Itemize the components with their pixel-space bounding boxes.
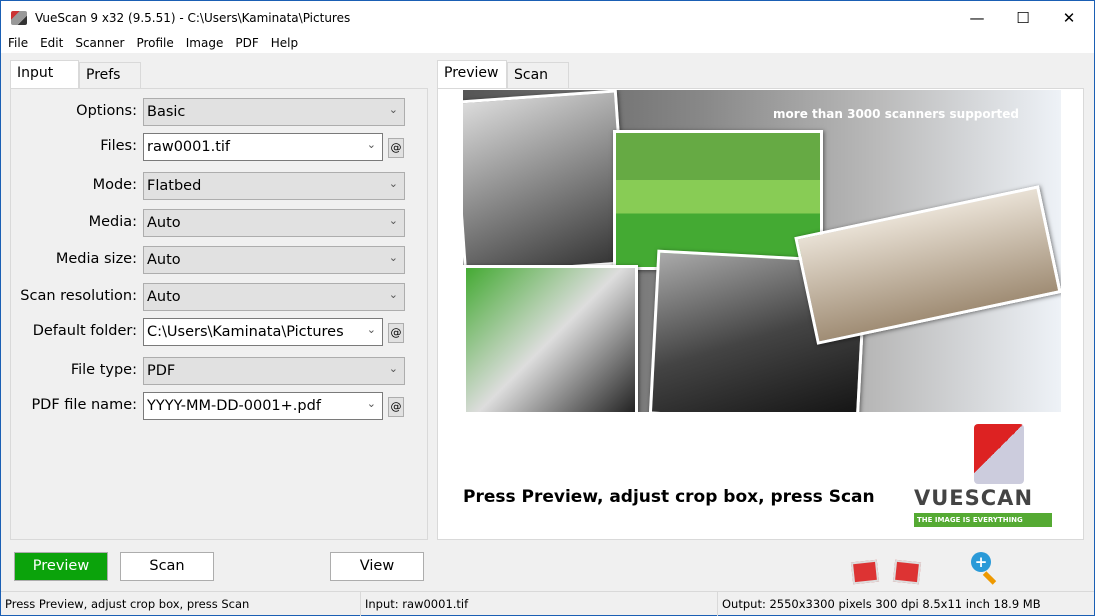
field-value: Flatbed bbox=[147, 178, 202, 194]
status-message: Press Preview, adjust crop box, press Sc… bbox=[5, 597, 250, 611]
form-row: Mode: Flatbed ⌄ bbox=[11, 172, 427, 200]
minimize-button[interactable]: — bbox=[954, 1, 1000, 34]
status-input: Input: raw0001.tif bbox=[365, 597, 469, 611]
chevron-down-icon[interactable]: ⌄ bbox=[367, 397, 376, 410]
status-bar: Press Preview, adjust crop box, press Sc… bbox=[1, 591, 1094, 616]
field-combo[interactable]: Auto ⌄ bbox=[143, 209, 405, 237]
at-button[interactable]: @ bbox=[388, 397, 404, 417]
menu-scanner[interactable]: Scanner bbox=[70, 34, 129, 53]
rotate-right-icon[interactable] bbox=[892, 559, 922, 585]
chevron-down-icon[interactable]: ⌄ bbox=[389, 177, 398, 190]
vuescan-logo: VUESCAN THE IMAGE IS EVERYTHING bbox=[914, 419, 1054, 537]
zoom-handle bbox=[982, 571, 997, 585]
view-button[interactable]: View bbox=[330, 552, 424, 581]
form-row: Default folder: C:\Users\Kaminata\Pictur… bbox=[11, 318, 427, 346]
window-title: VueScan 9 x32 (9.5.51) - C:\Users\Kamina… bbox=[35, 10, 351, 25]
field-value: Auto bbox=[147, 289, 181, 305]
chevron-down-icon[interactable]: ⌄ bbox=[389, 214, 398, 227]
field-combo[interactable]: Flatbed ⌄ bbox=[143, 172, 405, 200]
logo-tagline: THE IMAGE IS EVERYTHING bbox=[914, 513, 1052, 527]
field-combo[interactable]: raw0001.tif ⌄ bbox=[143, 133, 383, 161]
menu-file[interactable]: File bbox=[3, 34, 33, 53]
field-label: Default folder: bbox=[32, 323, 137, 339]
menu-help[interactable]: Help bbox=[266, 34, 303, 53]
field-label: PDF file name: bbox=[31, 397, 137, 413]
preview-image: more than 3000 scanners supported bbox=[463, 90, 1061, 412]
tab-scan[interactable]: Scan bbox=[507, 62, 569, 89]
tab-preview[interactable]: Preview bbox=[437, 60, 507, 89]
form-row: Scan resolution: Auto ⌄ bbox=[11, 283, 427, 311]
preview-button[interactable]: Preview bbox=[14, 552, 108, 581]
form-row: Media size: Auto ⌄ bbox=[11, 246, 427, 274]
menu-edit[interactable]: Edit bbox=[35, 34, 68, 53]
tab-input[interactable]: Input bbox=[10, 60, 79, 89]
input-panel: Options: Basic ⌄ Files: raw0001.tif ⌄ @ Mode:… bbox=[10, 88, 428, 540]
field-combo[interactable]: C:\Users\Kaminata\Pictures ⌄ bbox=[143, 318, 383, 346]
field-label: Scan resolution: bbox=[20, 288, 137, 304]
chevron-down-icon[interactable]: ⌄ bbox=[389, 288, 398, 301]
form-row: Files: raw0001.tif ⌄ @ bbox=[11, 133, 427, 161]
tab-prefs[interactable]: Prefs bbox=[79, 62, 141, 89]
field-combo[interactable]: PDF ⌄ bbox=[143, 357, 405, 385]
field-combo[interactable]: Auto ⌄ bbox=[143, 283, 405, 311]
banner-text: more than 3000 scanners supported bbox=[773, 107, 1019, 121]
field-value: YYYY-MM-DD-0001+.pdf bbox=[147, 398, 321, 414]
menu-image[interactable]: Image bbox=[181, 34, 229, 53]
field-value: PDF bbox=[147, 363, 176, 379]
field-label: Media size: bbox=[55, 251, 137, 267]
field-value: raw0001.tif bbox=[147, 139, 231, 155]
scan-button[interactable]: Scan bbox=[120, 552, 214, 581]
form-row: PDF file name: YYYY-MM-DD-0001+.pdf ⌄ @ bbox=[11, 392, 427, 420]
zoom-in-icon[interactable]: + bbox=[971, 552, 991, 572]
chevron-down-icon[interactable]: ⌄ bbox=[389, 251, 398, 264]
menu-pdf[interactable]: PDF bbox=[230, 34, 263, 53]
field-value: C:\Users\Kaminata\Pictures bbox=[147, 324, 344, 340]
status-output: Output: 2550x3300 pixels 300 dpi 8.5x11 … bbox=[722, 597, 1041, 611]
at-button[interactable]: @ bbox=[388, 323, 404, 343]
rotate-left-icon[interactable] bbox=[850, 559, 880, 585]
form-row: File type: PDF ⌄ bbox=[11, 357, 427, 385]
field-value: Auto bbox=[147, 252, 181, 268]
preview-panel[interactable]: more than 3000 scanners supported Press … bbox=[437, 88, 1084, 540]
field-value: Auto bbox=[147, 215, 181, 231]
title-bar: VueScan 9 x32 (9.5.51) - C:\Users\Kamina… bbox=[1, 1, 1094, 34]
menu-profile[interactable]: Profile bbox=[131, 34, 178, 53]
instruction-text: Press Preview, adjust crop box, press Sc… bbox=[463, 487, 875, 507]
field-label: Files: bbox=[100, 138, 137, 154]
chevron-down-icon[interactable]: ⌄ bbox=[389, 362, 398, 375]
menu-bar: File Edit Scanner Profile Image PDF Help bbox=[1, 34, 1094, 53]
field-label: Mode: bbox=[92, 177, 137, 193]
form-row: Options: Basic ⌄ bbox=[11, 98, 427, 126]
field-combo[interactable]: Basic ⌄ bbox=[143, 98, 405, 126]
field-combo[interactable]: YYYY-MM-DD-0001+.pdf ⌄ bbox=[143, 392, 383, 420]
chevron-down-icon[interactable]: ⌄ bbox=[367, 138, 376, 151]
field-label: Options: bbox=[76, 103, 137, 119]
at-button[interactable]: @ bbox=[388, 138, 404, 158]
logo-text: VUESCAN bbox=[914, 486, 1034, 510]
close-button[interactable]: ✕ bbox=[1046, 1, 1092, 34]
field-value: Basic bbox=[147, 104, 186, 120]
app-icon bbox=[11, 10, 27, 25]
field-label: Media: bbox=[88, 214, 137, 230]
field-combo[interactable]: Auto ⌄ bbox=[143, 246, 405, 274]
form-row: Media: Auto ⌄ bbox=[11, 209, 427, 237]
chevron-down-icon[interactable]: ⌄ bbox=[389, 103, 398, 116]
app-window: VueScan 9 x32 (9.5.51) - C:\Users\Kamina… bbox=[1, 1, 1094, 616]
chevron-down-icon[interactable]: ⌄ bbox=[367, 323, 376, 336]
maximize-button[interactable]: ☐ bbox=[1000, 1, 1046, 34]
field-label: File type: bbox=[70, 362, 137, 378]
